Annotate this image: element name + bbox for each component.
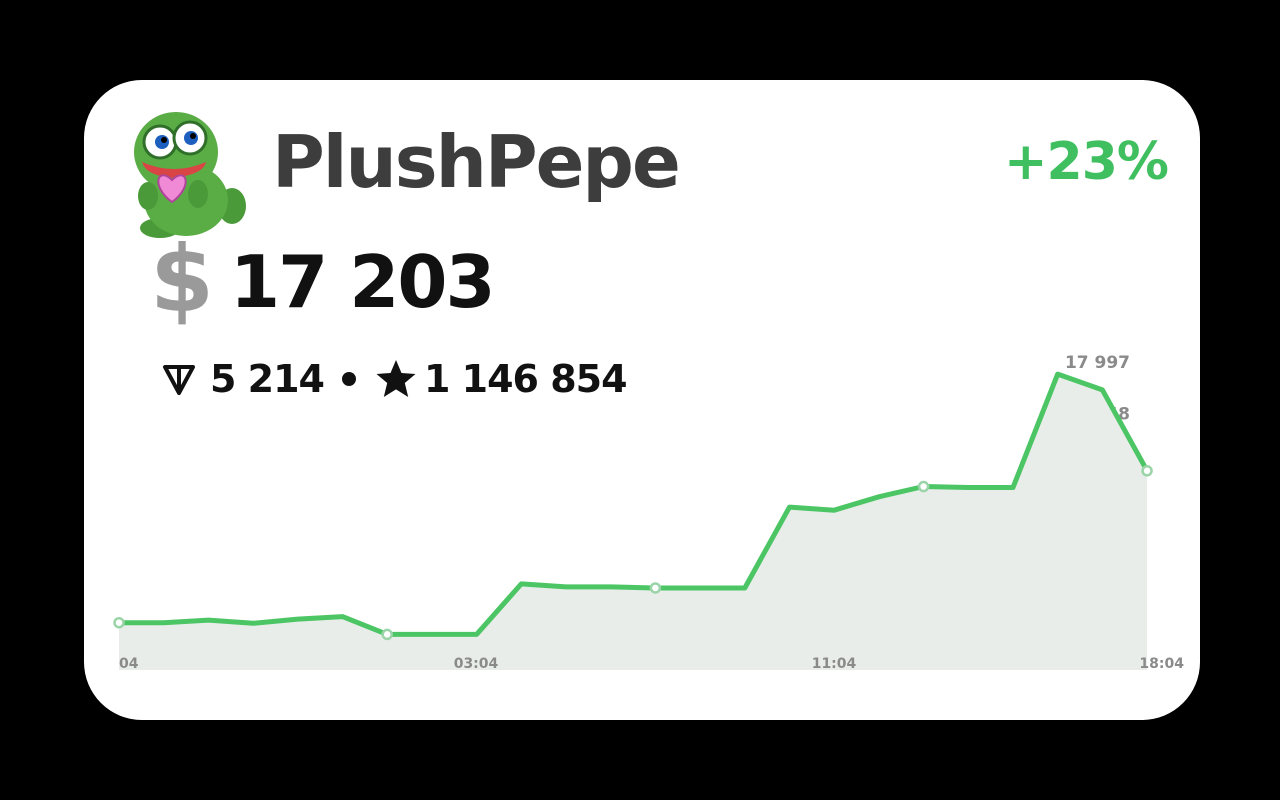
ton-icon [163,365,195,395]
stats-row: 5 214 1 146 854 [160,357,628,401]
chart-point-marker [917,480,930,493]
ton-value: 5 214 [210,357,325,401]
chart-area-fill [119,374,1148,670]
price-change-badge: +23% [1003,132,1169,192]
separator-dot [342,372,356,386]
chart-point-marker [649,582,662,594]
x-tick-label: 11:04 [812,656,857,672]
dollar-icon: $ [150,226,215,333]
plush-pepe-icon [134,112,246,238]
price-card: 14 25215 00115 75016 49917 24817 997 040… [84,80,1200,720]
chart-point-marker [1141,465,1153,477]
price-value: 17 203 [230,240,496,324]
x-tick-label: 03:04 [454,656,499,672]
star-icon [376,360,416,397]
x-tick-label: 18:04 [1139,656,1184,672]
stars-value: 1 146 854 [424,357,628,401]
y-tick-label: 17 997 [1065,353,1130,373]
chart-point-marker [113,616,125,629]
collection-title: PlushPepe [272,120,681,204]
chart-point-marker [381,628,393,641]
x-tick-label: 04 [119,656,139,672]
